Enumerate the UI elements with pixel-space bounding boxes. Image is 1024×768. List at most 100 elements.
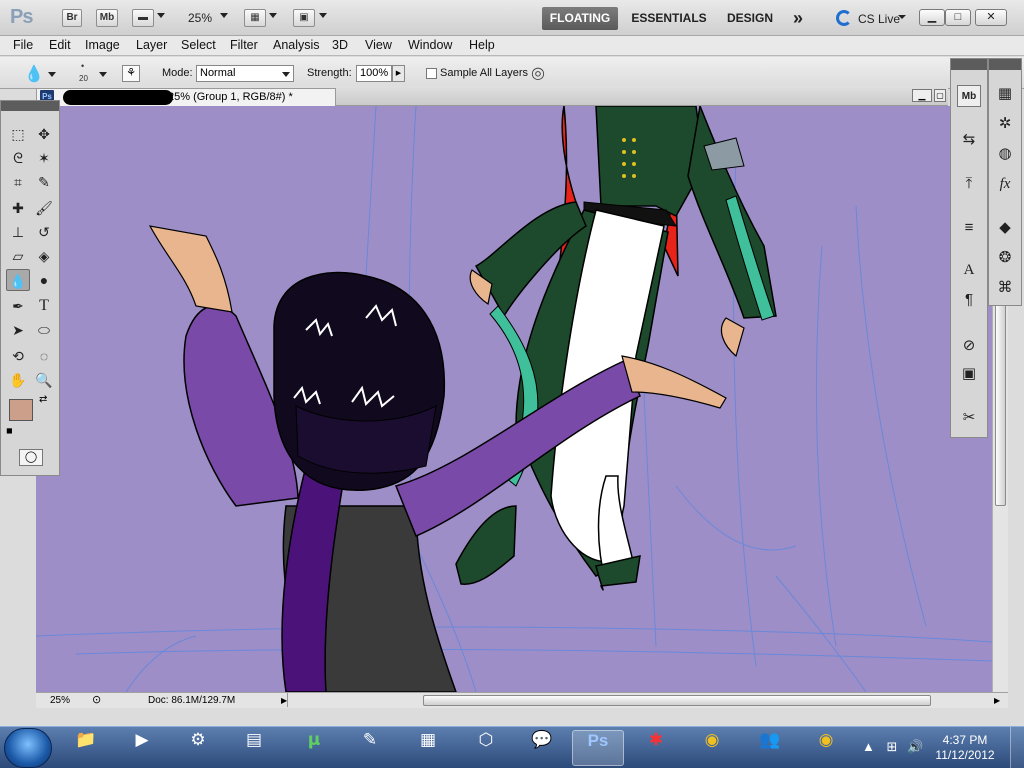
fx-panel-icon[interactable]: fx [993, 173, 1017, 195]
hand-tool-icon[interactable]: ✋ [6, 369, 30, 391]
healing-brush-tool-icon[interactable]: ✚ [6, 197, 30, 219]
channels-panel-icon[interactable]: ❂ [993, 247, 1017, 269]
taskbar-clock[interactable]: 4:37 PM 11/12/2012 [932, 733, 998, 763]
strength-input[interactable]: 100% [356, 65, 392, 82]
view-extras-button[interactable]: ▬ [132, 9, 154, 27]
layers-panel-icon[interactable]: ◆ [993, 217, 1017, 239]
tool-preset-dropdown-icon[interactable] [48, 72, 56, 77]
tool-presets-panel-icon[interactable]: ✂ [957, 407, 981, 429]
more-workspaces-icon[interactable]: » [786, 7, 810, 30]
horizontal-scroll-thumb[interactable] [423, 695, 931, 706]
menu-window[interactable]: Window [408, 38, 452, 52]
zoom-tool-icon[interactable]: 🔍 [32, 369, 56, 391]
dock-header-2[interactable] [989, 59, 1021, 70]
status-preview-icon[interactable]: ⊙ [92, 693, 101, 708]
eraser-tool-icon[interactable]: ▱ [6, 245, 30, 267]
tools-panel-header[interactable] [1, 101, 59, 111]
document-tab[interactable]: Ps psd @ 25% (Group 1, RGB/8#) * [36, 88, 336, 106]
tray-expand-icon[interactable]: ▲ [862, 739, 875, 754]
tray-volume-icon[interactable]: 🔊 [907, 739, 923, 754]
show-desktop-button[interactable] [1010, 727, 1024, 768]
taskbar-utorrent-icon[interactable]: µ [288, 730, 340, 766]
mode-select[interactable]: Normal [196, 65, 294, 82]
scroll-right-arrow-icon[interactable]: ▶ [994, 693, 1000, 708]
character-panel-icon[interactable]: A [957, 259, 981, 281]
taskbar-app-icon[interactable]: ▤ [228, 730, 280, 766]
crop-tool-icon[interactable]: ⌗ [6, 171, 30, 193]
brush-picker-dropdown-icon[interactable] [99, 72, 107, 77]
brush-dot-icon[interactable]: • [81, 61, 84, 71]
brush-presets-panel-icon[interactable]: ≡ [957, 217, 981, 239]
shape-tool-icon[interactable]: ⬭ [32, 319, 56, 341]
history-panel-icon[interactable]: ⇆ [957, 129, 981, 151]
zoom-level[interactable]: 25% [188, 11, 212, 25]
taskbar-grid-app-icon[interactable]: ▦ [402, 730, 454, 766]
type-tool-icon[interactable]: T [32, 295, 56, 317]
brush-tool-icon[interactable]: 🖌 [32, 197, 56, 219]
mini-bridge-panel-icon[interactable]: Mb [957, 85, 981, 107]
paint-bucket-tool-icon[interactable]: ◈ [32, 245, 56, 267]
workspace-floating[interactable]: FLOATING [542, 7, 618, 30]
status-zoom[interactable]: 25% [50, 693, 70, 708]
dodge-tool-icon[interactable]: ● [32, 269, 56, 291]
view-extras-dropdown-icon[interactable] [157, 13, 165, 18]
swatches-panel-icon[interactable]: ✲ [993, 113, 1017, 135]
taskbar-media-player-icon[interactable]: ▶ [116, 730, 168, 766]
blur-tool-preset-icon[interactable]: 💧 [24, 64, 44, 84]
move-tool-icon[interactable]: ✥ [32, 123, 56, 145]
cs-live-icon[interactable] [836, 10, 852, 26]
eyedropper-tool-icon[interactable]: ✎ [32, 171, 56, 193]
doc-minimize-button[interactable]: ▁ [912, 89, 932, 102]
menu-file[interactable]: File [13, 38, 33, 52]
3d-rotate-tool-icon[interactable]: ⟲ [6, 345, 30, 367]
taskbar-messenger-icon[interactable]: 👥 [744, 730, 796, 766]
menu-image[interactable]: Image [85, 38, 120, 52]
brush-panel-toggle-icon[interactable]: ⚘ [122, 65, 140, 82]
zoom-dropdown-icon[interactable] [220, 13, 228, 18]
taskbar-cube-app-icon[interactable]: ⬡ [460, 730, 512, 766]
quick-mask-icon[interactable]: ◯ [19, 449, 43, 466]
navigator-panel-icon[interactable]: ⊘ [957, 335, 981, 357]
path-selection-tool-icon[interactable]: ➤ [6, 319, 30, 341]
swap-colors-icon[interactable]: ⇄ [39, 394, 47, 405]
taskbar-chrome-icon[interactable]: ◉ [686, 730, 738, 766]
workspace-design[interactable]: DESIGN [720, 7, 780, 30]
tablet-pressure-icon[interactable]: ◎ [531, 63, 545, 83]
tray-network-icon[interactable]: ⊞ [887, 739, 898, 754]
color-panel-icon[interactable]: ▦ [993, 83, 1017, 105]
default-colors-icon[interactable]: ◼ [6, 426, 13, 435]
taskbar-photoshop-icon[interactable]: Ps [572, 730, 624, 766]
document-canvas[interactable] [36, 106, 992, 692]
paragraph-panel-icon[interactable]: ¶ [957, 289, 981, 311]
taskbar-device-icon[interactable]: ⚙ [172, 730, 224, 766]
maximize-button[interactable]: □ [945, 9, 971, 26]
blur-tool-icon[interactable]: 💧 [6, 269, 30, 291]
arrange-dropdown-icon[interactable] [269, 13, 277, 18]
menu-select[interactable]: Select [181, 38, 216, 52]
start-button[interactable] [4, 728, 52, 768]
menu-analysis[interactable]: Analysis [273, 38, 320, 52]
foreground-color-swatch[interactable] [9, 399, 33, 421]
clone-source-panel-icon[interactable]: ⤒ [957, 173, 981, 195]
mode-dropdown-icon[interactable] [282, 72, 290, 77]
bridge-button[interactable]: Br [62, 9, 82, 27]
cs-live-dropdown-icon[interactable] [898, 15, 906, 19]
dock-header[interactable] [951, 59, 987, 70]
styles-panel-icon[interactable]: ◍ [993, 143, 1017, 165]
paths-panel-icon[interactable]: ⌘ [993, 277, 1017, 299]
minimize-button[interactable]: ▁ [919, 9, 945, 26]
taskbar-explorer-icon[interactable]: 📁 [60, 730, 112, 766]
history-brush-tool-icon[interactable]: ↺ [32, 221, 56, 243]
menu-edit[interactable]: Edit [49, 38, 71, 52]
workspace-essentials[interactable]: ESSENTIALS [628, 7, 710, 30]
pen-tool-icon[interactable]: ✒ [6, 295, 30, 317]
3d-orbit-tool-icon[interactable]: ◌ [32, 345, 56, 367]
cs-live-label[interactable]: CS Live [858, 12, 900, 26]
doc-restore-button[interactable]: ▢ [934, 89, 946, 102]
taskbar-paint-tool-icon[interactable]: ✎ [344, 730, 396, 766]
menu-help[interactable]: Help [469, 38, 495, 52]
menu-3d[interactable]: 3D [332, 38, 348, 52]
sample-all-layers-checkbox[interactable] [426, 68, 437, 79]
taskbar-splat-icon[interactable]: ✱ [630, 730, 682, 766]
clone-stamp-tool-icon[interactable]: ⊥ [6, 221, 30, 243]
